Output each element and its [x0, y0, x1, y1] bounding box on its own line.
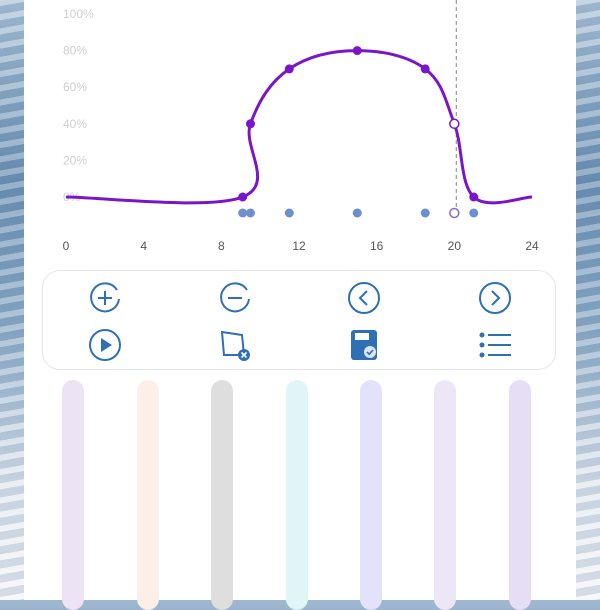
- curve-point: [469, 192, 479, 202]
- timeline-marker[interactable]: [449, 207, 460, 219]
- list-button[interactable]: [475, 325, 515, 365]
- schedule-curve: [65, 49, 533, 205]
- x-tick-label: 16: [370, 239, 384, 253]
- next-point-button[interactable]: [475, 278, 515, 318]
- clear-card-icon: [217, 327, 253, 363]
- timeline-marker[interactable]: [420, 208, 430, 218]
- curve-point: [238, 192, 248, 202]
- channel-6-slider[interactable]: [434, 380, 456, 610]
- curve-point: [284, 64, 294, 74]
- remove-point-button[interactable]: [215, 278, 255, 318]
- channel-4-slider[interactable]: [286, 380, 308, 610]
- clear-button[interactable]: [215, 325, 255, 365]
- minus-circle-icon: [217, 280, 253, 316]
- x-tick-label: 20: [448, 239, 462, 253]
- timeline-marker[interactable]: [352, 208, 362, 218]
- x-tick-label: 8: [218, 239, 225, 253]
- x-tick-label: 0: [63, 239, 70, 253]
- curve-point: [352, 46, 362, 56]
- channel-5-slider[interactable]: [360, 380, 382, 610]
- previous-point-button[interactable]: [344, 278, 384, 318]
- y-tick-label: 100%: [63, 7, 94, 21]
- timeline-marker[interactable]: [238, 208, 248, 218]
- channel-7-slider[interactable]: [509, 380, 531, 610]
- play-circle-icon: [87, 327, 123, 363]
- timeline-marker[interactable]: [469, 208, 479, 218]
- y-tick-label: 20%: [63, 153, 87, 167]
- add-point-button[interactable]: [85, 278, 125, 318]
- channel-sliders: [0, 380, 600, 610]
- control-panel: [42, 270, 556, 370]
- timeline-marker[interactable]: [284, 208, 294, 218]
- y-tick-label: 80%: [63, 44, 87, 58]
- plus-circle-icon: [87, 280, 123, 316]
- y-tick-label: 40%: [63, 117, 87, 131]
- channel-1-slider[interactable]: [62, 380, 84, 610]
- x-tick-label: 4: [140, 239, 147, 253]
- curve-point: [449, 118, 460, 130]
- curve-point: [420, 64, 430, 74]
- chevron-left-circle-icon: [346, 280, 382, 316]
- x-tick-label: 12: [292, 239, 306, 253]
- chevron-right-circle-icon: [477, 280, 513, 316]
- channel-2-slider[interactable]: [137, 380, 159, 610]
- x-tick-label: 24: [525, 239, 539, 253]
- list-icon: [477, 327, 513, 363]
- y-tick-label: 60%: [63, 80, 87, 94]
- timeline-marker[interactable]: [245, 208, 255, 218]
- save-button[interactable]: [344, 325, 384, 365]
- play-button[interactable]: [85, 325, 125, 365]
- schedule-chart[interactable]: 100%80%60%40%20%0%0 4 8 12 16 20 24: [0, 0, 600, 265]
- curve-point: [245, 119, 255, 129]
- channel-3-slider[interactable]: [211, 380, 233, 610]
- save-check-icon: [346, 327, 382, 363]
